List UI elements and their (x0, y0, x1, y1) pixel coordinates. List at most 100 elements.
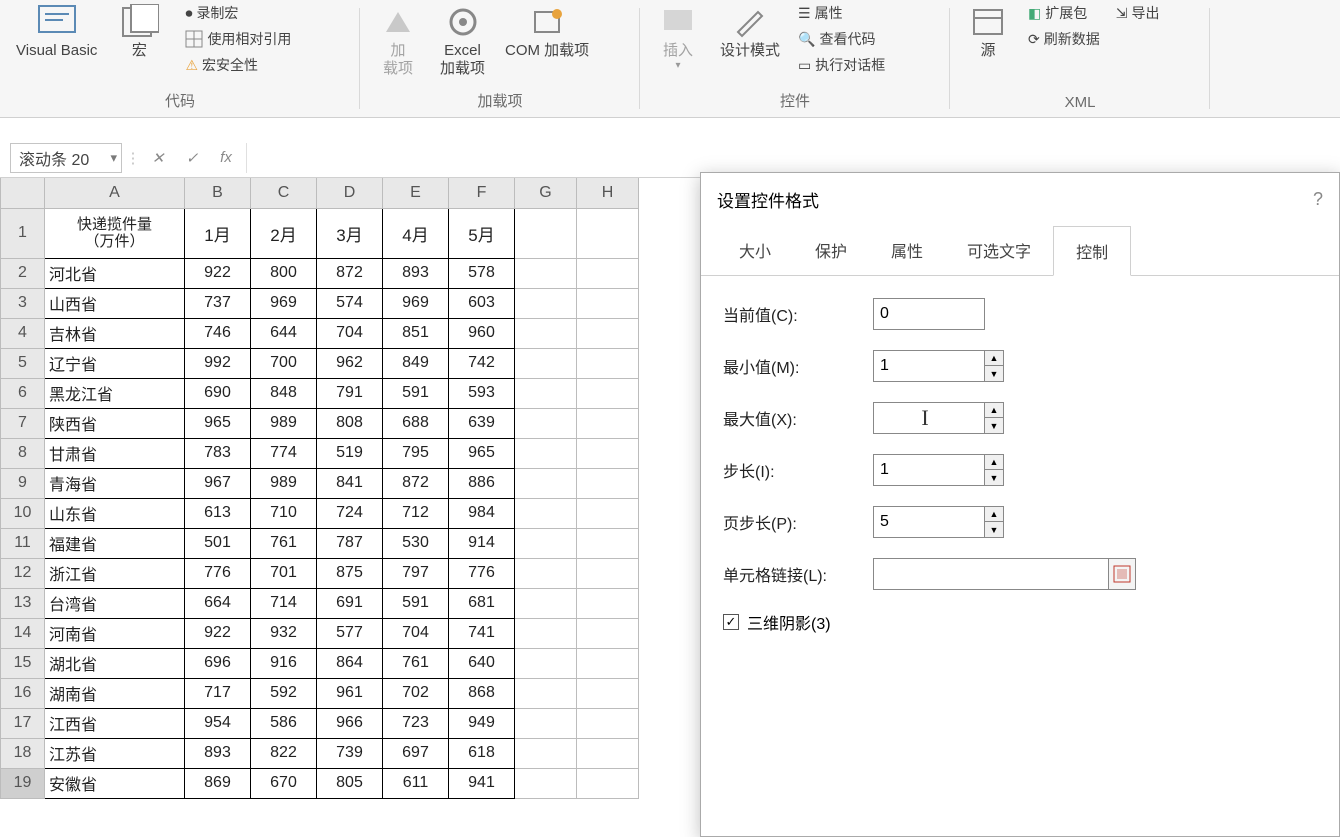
cell[interactable] (515, 208, 577, 258)
select-all-corner[interactable] (1, 178, 45, 208)
cell[interactable]: 河北省 (45, 258, 185, 288)
cell[interactable]: 681 (449, 588, 515, 618)
cell[interactable]: 851 (383, 318, 449, 348)
use-relative-button[interactable]: 使用相对引用 (181, 26, 295, 52)
cell[interactable]: 787 (317, 528, 383, 558)
cell[interactable] (577, 768, 639, 798)
cell[interactable]: 808 (317, 408, 383, 438)
cell[interactable]: 5月 (449, 208, 515, 258)
cell[interactable]: 701 (251, 558, 317, 588)
row-head-11[interactable]: 11 (1, 528, 45, 558)
cancel-formula-button[interactable]: ✕ (144, 143, 172, 173)
page-step-spinner[interactable]: ▲▼ (984, 506, 1004, 538)
cell[interactable]: 761 (383, 648, 449, 678)
cell[interactable]: 河南省 (45, 618, 185, 648)
cell[interactable] (515, 258, 577, 288)
cell[interactable]: 800 (251, 258, 317, 288)
cell[interactable]: 841 (317, 468, 383, 498)
cell[interactable]: 山东省 (45, 498, 185, 528)
cell[interactable] (515, 378, 577, 408)
cell[interactable]: 969 (251, 288, 317, 318)
cell[interactable]: 969 (383, 288, 449, 318)
cell[interactable]: 916 (251, 648, 317, 678)
cell[interactable]: 593 (449, 378, 515, 408)
cell[interactable]: 浙江省 (45, 558, 185, 588)
cell[interactable]: 949 (449, 708, 515, 738)
cell[interactable]: 869 (185, 768, 251, 798)
row-head-2[interactable]: 2 (1, 258, 45, 288)
shadow-3d-checkbox[interactable]: ✓ (723, 614, 739, 630)
cell[interactable]: 795 (383, 438, 449, 468)
cell[interactable] (515, 768, 577, 798)
row-head-6[interactable]: 6 (1, 378, 45, 408)
cell[interactable]: 台湾省 (45, 588, 185, 618)
macros-button[interactable]: 宏 (111, 0, 167, 62)
row-head-19[interactable]: 19 (1, 768, 45, 798)
cell[interactable] (577, 468, 639, 498)
dialog-tab-2[interactable]: 属性 (869, 226, 945, 275)
cell[interactable]: 519 (317, 438, 383, 468)
com-addins-button[interactable]: COM 加载项 (499, 0, 595, 62)
row-head-18[interactable]: 18 (1, 738, 45, 768)
cell[interactable]: 湖北省 (45, 648, 185, 678)
cell[interactable]: 872 (383, 468, 449, 498)
col-head-C[interactable]: C (251, 178, 317, 208)
cell[interactable]: 603 (449, 288, 515, 318)
cell[interactable]: 941 (449, 768, 515, 798)
confirm-formula-button[interactable]: ✓ (178, 143, 206, 173)
dialog-tab-1[interactable]: 保护 (793, 226, 869, 275)
min-spinner[interactable]: ▲▼ (984, 350, 1004, 382)
addins-button[interactable]: 加 载项 (370, 0, 426, 80)
cell[interactable]: 875 (317, 558, 383, 588)
cell[interactable] (577, 378, 639, 408)
row-head-4[interactable]: 4 (1, 318, 45, 348)
cell[interactable]: 914 (449, 528, 515, 558)
row-head-8[interactable]: 8 (1, 438, 45, 468)
cell[interactable]: 717 (185, 678, 251, 708)
cell[interactable]: 山西省 (45, 288, 185, 318)
cell[interactable]: 670 (251, 768, 317, 798)
cell[interactable]: 618 (449, 738, 515, 768)
row-head-10[interactable]: 10 (1, 498, 45, 528)
cell[interactable]: 741 (449, 618, 515, 648)
cell[interactable]: 774 (251, 438, 317, 468)
cell[interactable]: 712 (383, 498, 449, 528)
row-head-1[interactable]: 1 (1, 208, 45, 258)
cell[interactable]: 快递揽件量 （万件） (45, 208, 185, 258)
cell[interactable] (577, 288, 639, 318)
visual-basic-button[interactable]: Visual Basic (10, 0, 103, 62)
cell[interactable]: 青海省 (45, 468, 185, 498)
cell[interactable] (577, 738, 639, 768)
design-mode-button[interactable]: 设计模式 (714, 0, 786, 62)
row-head-13[interactable]: 13 (1, 588, 45, 618)
cell[interactable]: 690 (185, 378, 251, 408)
cell[interactable]: 700 (251, 348, 317, 378)
cell[interactable]: 961 (317, 678, 383, 708)
cell[interactable] (515, 468, 577, 498)
cell[interactable] (515, 558, 577, 588)
cell[interactable]: 714 (251, 588, 317, 618)
cell[interactable]: 577 (317, 618, 383, 648)
cell[interactable] (577, 648, 639, 678)
cell[interactable] (515, 498, 577, 528)
cell[interactable] (577, 708, 639, 738)
col-head-E[interactable]: E (383, 178, 449, 208)
dialog-tab-0[interactable]: 大小 (717, 226, 793, 275)
cell[interactable] (515, 288, 577, 318)
cell[interactable]: 739 (317, 738, 383, 768)
cell[interactable]: 613 (185, 498, 251, 528)
cell[interactable] (515, 738, 577, 768)
cell[interactable]: 湖南省 (45, 678, 185, 708)
cell[interactable]: 501 (185, 528, 251, 558)
cell[interactable]: 696 (185, 648, 251, 678)
cell[interactable]: 742 (449, 348, 515, 378)
cell[interactable] (577, 678, 639, 708)
max-spinner[interactable]: ▲▼ (984, 402, 1004, 434)
cell[interactable] (577, 498, 639, 528)
cell[interactable]: 甘肃省 (45, 438, 185, 468)
min-value-input[interactable] (873, 350, 985, 382)
cell[interactable]: 574 (317, 288, 383, 318)
cell[interactable]: 954 (185, 708, 251, 738)
step-spinner[interactable]: ▲▼ (984, 454, 1004, 486)
current-value-input[interactable] (873, 298, 985, 330)
